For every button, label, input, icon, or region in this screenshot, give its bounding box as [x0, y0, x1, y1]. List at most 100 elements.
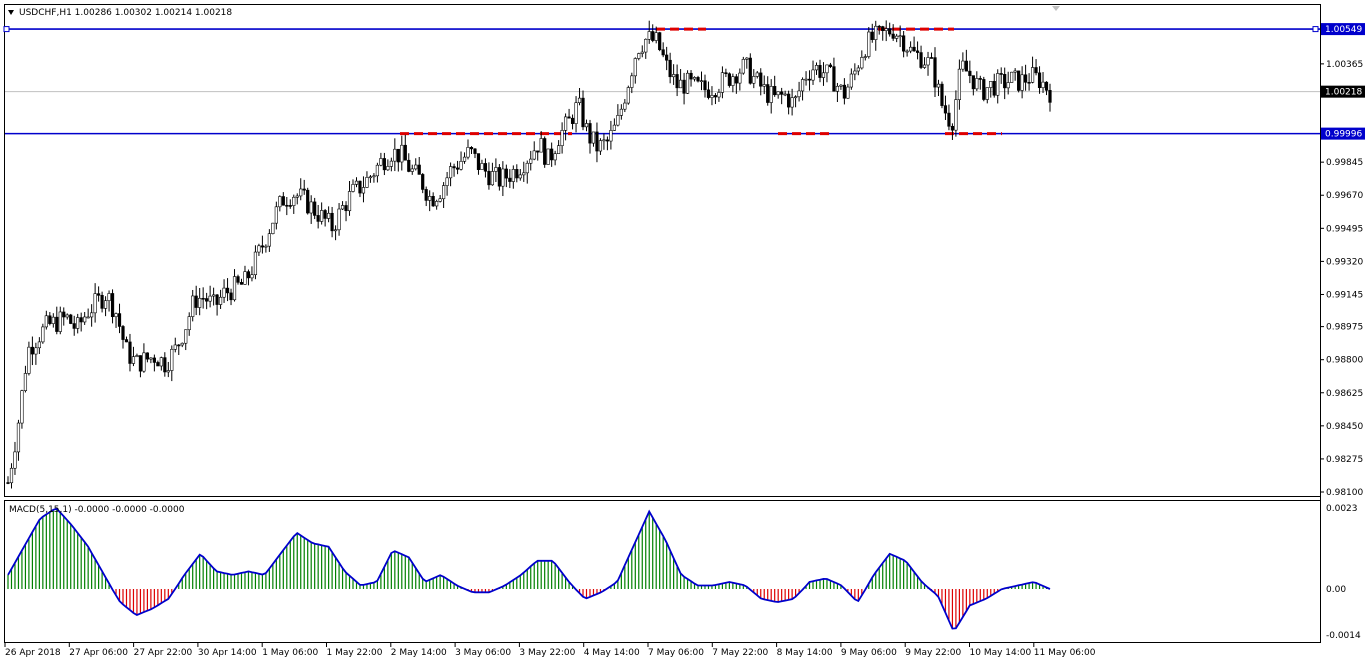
candle-body [222, 287, 226, 298]
chart-canvas[interactable]: USDCHF,H1 1.00286 1.00302 1.00214 1.0021… [0, 0, 1366, 665]
candle-body [605, 139, 610, 142]
candle-body [954, 99, 958, 131]
candle-body [442, 185, 446, 200]
candle-body [459, 160, 463, 170]
candle-body [846, 86, 850, 99]
candle-body [881, 26, 885, 31]
candle-body [766, 84, 770, 103]
candle-body [724, 72, 728, 75]
price-tick-label: 0.99495 [1326, 224, 1363, 234]
time-tick-label: 1 May 06:00 [262, 648, 318, 658]
candle-body [640, 51, 644, 54]
candle-body [853, 70, 857, 75]
candle-body [1013, 70, 1017, 73]
candle-body [347, 191, 352, 212]
macd-tick-label: -0.0014 [1326, 631, 1361, 641]
price-tick-label: 0.98625 [1326, 389, 1363, 399]
candle-body [205, 298, 209, 302]
candle-body [382, 158, 386, 171]
candle-body [438, 198, 442, 202]
candle-body [225, 287, 230, 294]
candle-body [51, 316, 55, 324]
candle-body [1010, 71, 1014, 83]
candle-body [884, 28, 888, 31]
candle-body [797, 90, 801, 98]
candle-body [330, 212, 334, 232]
candle-body [30, 346, 34, 355]
candle-body [839, 84, 843, 87]
candle-body [173, 344, 177, 350]
time-tick-label: 26 Apr 2018 [5, 648, 61, 658]
candle-body [515, 169, 519, 179]
candle-body [316, 215, 320, 222]
candle-body [149, 357, 153, 360]
candle-body [285, 204, 289, 207]
candle-body [644, 38, 648, 53]
candle-body [557, 145, 561, 154]
candle-body [271, 222, 275, 234]
candle-body [651, 31, 655, 41]
candle-body [448, 166, 453, 179]
candle-body [964, 60, 968, 72]
candle-body [121, 326, 125, 340]
candle-body [27, 346, 31, 374]
candle-body [915, 50, 920, 53]
price-tick-label: 0.98450 [1326, 422, 1363, 432]
svg-text:1.00549: 1.00549 [1325, 25, 1362, 35]
candle-body [253, 251, 258, 276]
candle-body [107, 293, 111, 301]
triangle-down-icon[interactable] [8, 10, 14, 15]
candle-body [532, 150, 536, 160]
candle-body [191, 295, 195, 317]
time-tick-label: 9 May 06:00 [841, 648, 897, 658]
candle-body [156, 362, 160, 367]
candle-body [184, 329, 188, 344]
candle-body [114, 313, 118, 318]
candle-body [1017, 70, 1021, 91]
candle-body [860, 57, 864, 69]
candle-body [145, 352, 149, 360]
candle-body [560, 130, 564, 147]
time-tick-label: 27 Apr 22:00 [134, 648, 193, 658]
candle-body [633, 58, 637, 77]
candle-body [602, 139, 606, 142]
trading-chart-window[interactable]: USDCHF,H1 1.00286 1.00302 1.00214 1.0021… [0, 0, 1366, 665]
candle-body [769, 86, 773, 103]
time-tick-label: 7 May 06:00 [648, 648, 704, 658]
candle-body [536, 150, 540, 153]
candle-body [780, 91, 784, 95]
candle-body [264, 245, 268, 248]
scroll-marker-icon[interactable] [1052, 6, 1060, 11]
candle-body [874, 25, 878, 40]
candle-body [598, 140, 603, 152]
candle-body [417, 164, 421, 175]
candle-body [187, 316, 191, 331]
candle-body [483, 163, 488, 172]
candle-body [97, 293, 101, 296]
price-pane-frame [4, 4, 1321, 497]
time-tick-label: 9 May 22:00 [905, 648, 961, 658]
candle-body [260, 245, 265, 248]
candle-body [902, 35, 906, 52]
candle-body [194, 295, 198, 308]
candle-body [428, 196, 432, 201]
candle-body [828, 64, 833, 67]
time-axis[interactable]: 26 Apr 2018 27 Apr 06:00 27 Apr 22:00 30 Ap… [4, 643, 1096, 658]
candle-body [435, 201, 439, 207]
candle-body [511, 169, 515, 182]
candle-body [218, 296, 223, 305]
candle-body [898, 35, 902, 38]
candle-body [727, 73, 731, 86]
candle-body [452, 166, 456, 169]
candle-body [323, 210, 327, 219]
candle-body [574, 102, 578, 124]
candle-body [849, 73, 853, 88]
time-tick-label: 11 May 06:00 [1034, 648, 1096, 658]
candle-body [661, 49, 665, 56]
candle-body [863, 56, 867, 58]
candle-body [745, 57, 749, 60]
candle-body [333, 229, 338, 232]
candle-body [926, 57, 930, 66]
candle-body [807, 78, 812, 81]
candle-body [619, 108, 623, 116]
